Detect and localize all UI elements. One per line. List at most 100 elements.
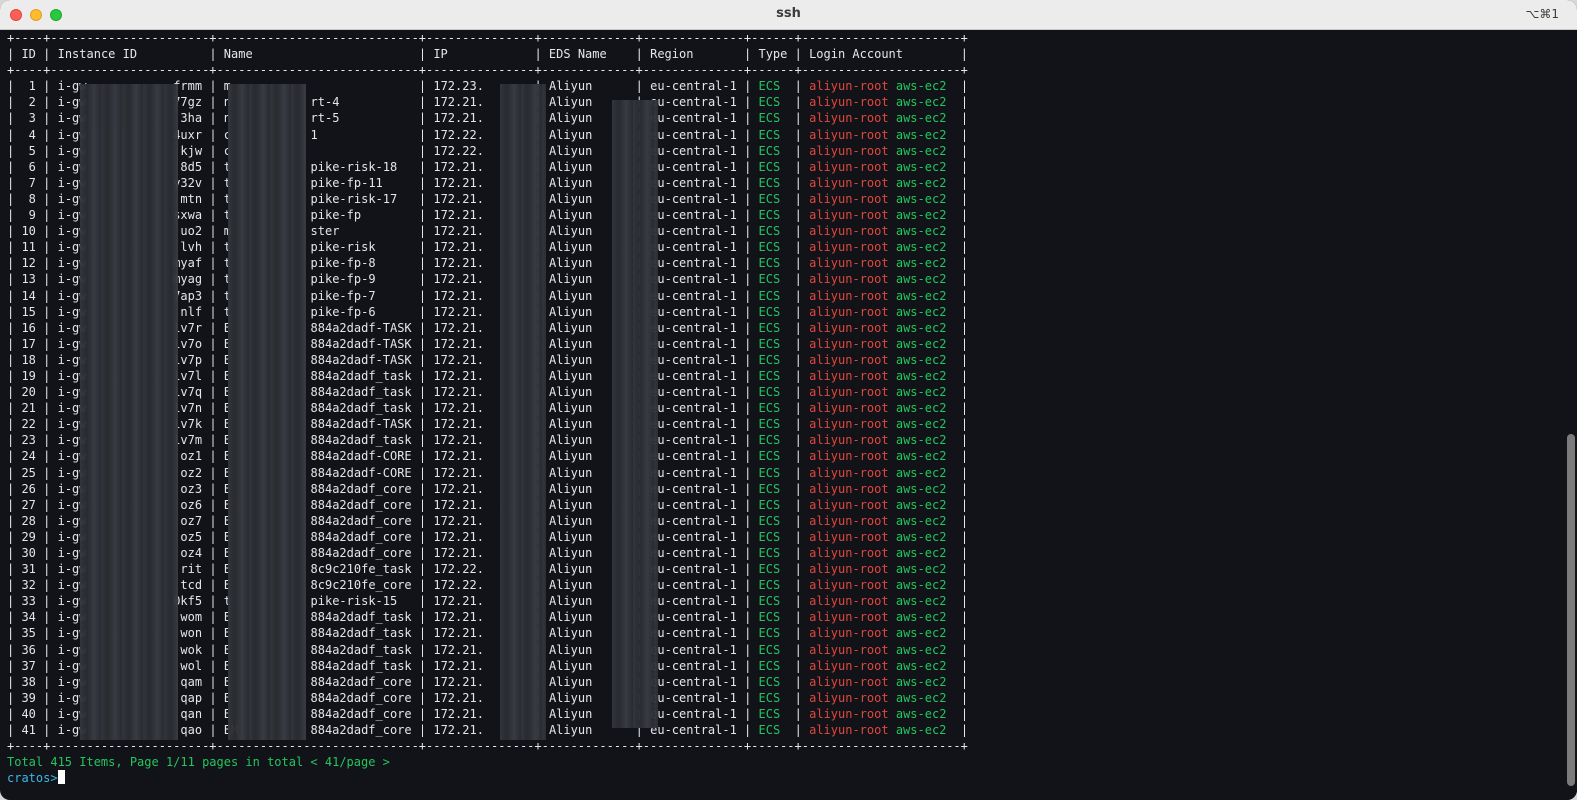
cell-account-aws: aws-ec2 <box>895 336 947 351</box>
cell-region: eu-central-1 <box>650 642 737 657</box>
cell-instance-id-suffix: oz7 <box>180 513 203 528</box>
cell-instance-id-suffix: 8d5 <box>180 159 203 174</box>
cell-account-aliyun: aliyun-root <box>809 674 889 689</box>
cell-region: eu-central-1 <box>650 320 737 335</box>
cell-account-aliyun: aliyun-root <box>809 127 889 142</box>
cell-account-aliyun: aliyun-root <box>809 143 889 158</box>
cell-account-aliyun: aliyun-root <box>809 368 889 383</box>
cell-account-aws: aws-ec2 <box>895 95 947 110</box>
cell-account-aws: aws-ec2 <box>895 658 947 673</box>
cell-name-suffix: rt-5 <box>310 111 412 126</box>
cell-account-aliyun: aliyun-root <box>809 240 889 255</box>
cell-region: eu-central-1 <box>650 562 737 577</box>
table-header: | ID | Instance ID | Name | IP | EDS Nam… <box>7 47 969 62</box>
cell-name-suffix: pike-risk-15 <box>310 594 412 609</box>
cell-region: eu-central-1 <box>650 417 737 432</box>
cell-id: 12 <box>21 256 36 271</box>
cell-type: ECS <box>758 706 788 721</box>
cell-account-aws: aws-ec2 <box>895 674 947 689</box>
cell-type: ECS <box>758 224 788 239</box>
cell-name-suffix: pike-fp <box>310 208 412 223</box>
cell-account-aliyun: aliyun-root <box>809 79 889 94</box>
cell-instance-id-suffix: 3ha <box>180 111 203 126</box>
cell-name-suffix: 884a2dadf_core <box>310 690 412 705</box>
cell-id: 39 <box>21 690 36 705</box>
cell-region: eu-central-1 <box>650 449 737 464</box>
cell-id: 29 <box>21 529 36 544</box>
cell-instance-id-suffix: oz5 <box>180 529 203 544</box>
cell-type: ECS <box>758 594 788 609</box>
cell-instance-id-suffix: oz3 <box>180 481 203 496</box>
cell-type: ECS <box>758 546 788 560</box>
cell-type: ECS <box>758 529 788 544</box>
cell-account-aws: aws-ec2 <box>895 175 947 190</box>
cell-id: 32 <box>21 578 36 593</box>
cell-id: 7 <box>21 175 36 190</box>
cell-account-aws: aws-ec2 <box>895 449 947 464</box>
cell-region: eu-central-1 <box>650 111 737 126</box>
cell-name-suffix <box>311 144 412 158</box>
terminal-window: ssh ⌥⌘1 +----+----------------------+---… <box>0 0 1577 800</box>
cell-region: eu-central-1 <box>650 288 737 303</box>
cell-id: 21 <box>21 401 36 416</box>
cell-instance-id-suffix: wol <box>180 658 203 673</box>
cell-instance-id-suffix: mtn <box>180 191 203 206</box>
cell-instance-id-suffix: oz2 <box>180 465 203 480</box>
header-login-account: Login Account <box>809 47 954 62</box>
cell-instance-id-suffix: tcd <box>180 578 203 593</box>
cell-type: ECS <box>758 240 788 255</box>
cell-region: eu-central-1 <box>650 465 737 480</box>
cell-id: 6 <box>21 159 36 174</box>
cell-type: ECS <box>758 175 788 190</box>
cell-name-suffix: ster <box>310 224 412 239</box>
cell-type: ECS <box>758 304 788 319</box>
cell-region: eu-central-1 <box>650 594 737 609</box>
cell-account-aliyun: aliyun-root <box>809 159 889 174</box>
cell-account-aws: aws-ec2 <box>895 562 947 577</box>
cell-id: 1 <box>21 79 36 94</box>
header-name: Name <box>223 47 412 62</box>
cell-name-suffix: 884a2dadf_core <box>310 723 412 738</box>
scrollbar-thumb[interactable] <box>1567 434 1575 786</box>
header-type: Type <box>758 47 788 62</box>
cell-region: eu-central-1 <box>650 529 737 544</box>
cell-region: eu-central-1 <box>650 385 737 400</box>
cell-name-suffix: 884a2dadf_task <box>310 401 412 416</box>
cell-region: eu-central-1 <box>650 304 737 319</box>
cell-account-aliyun: aliyun-root <box>809 304 889 319</box>
cell-type: ECS <box>758 272 788 287</box>
cell-id: 9 <box>21 208 36 223</box>
cell-type: ECS <box>758 690 788 705</box>
cell-region: eu-central-1 <box>650 674 737 689</box>
cell-account-aws: aws-ec2 <box>895 320 947 335</box>
cell-name-suffix: 8c9c210fe_core <box>310 578 412 593</box>
cell-account-aws: aws-ec2 <box>895 159 947 174</box>
cell-name-suffix: 884a2dadf-TASK <box>310 336 412 351</box>
cell-name-suffix: 884a2dadf_task <box>310 368 412 383</box>
cell-region: eu-central-1 <box>650 256 737 271</box>
cell-type: ECS <box>758 481 788 496</box>
cell-account-aws: aws-ec2 <box>895 481 947 496</box>
cell-name-suffix: pike-risk-18 <box>310 159 412 174</box>
cell-id: 34 <box>21 610 36 625</box>
cell-name-suffix: 884a2dadf_task <box>310 385 412 400</box>
text-cursor <box>57 770 65 785</box>
vertical-scrollbar[interactable] <box>1565 30 1577 800</box>
table-rule-header: +----+----------------------+-----------… <box>7 63 968 78</box>
cell-type: ECS <box>758 352 788 367</box>
cell-eds-name: Aliyun <box>548 79 629 94</box>
command-prompt[interactable]: cratos> <box>7 770 1565 786</box>
cell-account-aliyun: aliyun-root <box>809 336 889 351</box>
cell-id: 20 <box>21 385 36 400</box>
pixelation-name <box>228 84 306 740</box>
cell-type: ECS <box>758 79 788 94</box>
cell-region: eu-central-1 <box>650 272 737 287</box>
pagination-summary: Total 415 Items, Page 1/11 pages in tota… <box>7 755 390 770</box>
prompt-label: cratos> <box>7 771 58 786</box>
title-bar[interactable]: ssh ⌥⌘1 <box>0 0 1577 30</box>
cell-id: 18 <box>21 352 36 367</box>
cell-type: ECS <box>758 336 788 351</box>
cell-region: eu-central-1 <box>650 626 737 641</box>
cell-region: eu-central-1 <box>650 352 737 367</box>
cell-type: ECS <box>758 723 788 738</box>
